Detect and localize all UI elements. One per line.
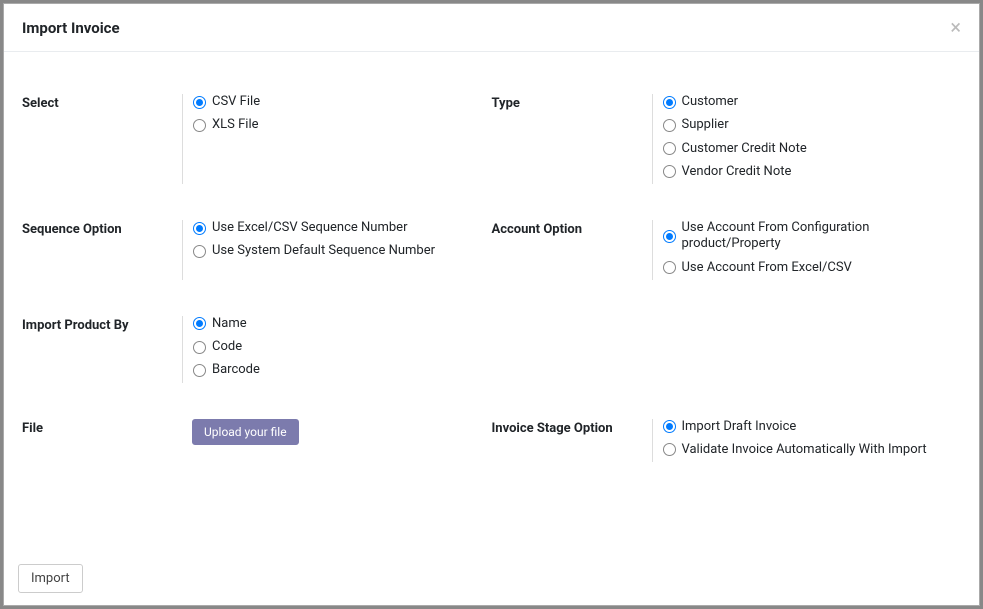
radio-icon xyxy=(663,142,676,155)
productby-label: Import Product By xyxy=(22,316,182,383)
radio-account-config[interactable]: Use Account From Configuration product/P… xyxy=(663,220,962,253)
sequence-label: Sequence Option xyxy=(22,220,182,280)
radio-validate-label: Validate Invoice Automatically With Impo… xyxy=(682,442,927,458)
radio-icon xyxy=(663,119,676,132)
radio-by-code[interactable]: Code xyxy=(193,339,492,355)
modal-title: Import Invoice xyxy=(22,19,120,37)
modal-footer: Import xyxy=(4,554,979,605)
type-label: Type xyxy=(492,94,652,184)
radio-csv-file[interactable]: CSV File xyxy=(193,94,492,110)
import-invoice-modal: Import Invoice × Select CSV File XLS Fil… xyxy=(3,3,980,606)
radio-by-code-label: Code xyxy=(212,339,242,355)
radio-icon xyxy=(193,341,206,354)
radio-icon xyxy=(663,230,676,243)
file-label: File xyxy=(22,419,182,463)
radio-icon xyxy=(663,420,676,433)
close-icon[interactable]: × xyxy=(950,17,961,37)
radio-excel-sequence[interactable]: Use Excel/CSV Sequence Number xyxy=(193,220,492,236)
radio-system-seq-label: Use System Default Sequence Number xyxy=(212,243,435,259)
row-file-stage: File Upload your file Invoice Stage Opti… xyxy=(22,419,961,463)
radio-ccn-label: Customer Credit Note xyxy=(682,141,807,157)
radio-supplier-label: Supplier xyxy=(682,117,729,133)
radio-icon xyxy=(663,165,676,178)
account-label: Account Option xyxy=(492,220,652,280)
sequence-options: Use Excel/CSV Sequence Number Use System… xyxy=(182,220,492,280)
file-cell: Upload your file xyxy=(182,419,492,463)
radio-customer[interactable]: Customer xyxy=(663,94,962,110)
radio-icon xyxy=(193,119,206,132)
radio-system-sequence[interactable]: Use System Default Sequence Number xyxy=(193,243,492,259)
radio-customer-label: Customer xyxy=(682,94,739,110)
account-options: Use Account From Configuration product/P… xyxy=(652,220,962,280)
radio-csv-label: CSV File xyxy=(212,94,260,110)
radio-icon xyxy=(193,364,206,377)
radio-icon xyxy=(193,96,206,109)
radio-by-barcode[interactable]: Barcode xyxy=(193,362,492,378)
radio-vendor-credit-note[interactable]: Vendor Credit Note xyxy=(663,164,962,180)
radio-validate-invoice[interactable]: Validate Invoice Automatically With Impo… xyxy=(663,442,962,458)
radio-account-excel-label: Use Account From Excel/CSV xyxy=(682,260,852,276)
select-label: Select xyxy=(22,94,182,184)
radio-account-excel[interactable]: Use Account From Excel/CSV xyxy=(663,260,962,276)
radio-icon xyxy=(663,443,676,456)
modal-body: Select CSV File XLS File Type xyxy=(4,52,979,554)
modal-header: Import Invoice × xyxy=(4,4,979,52)
stage-options: Import Draft Invoice Validate Invoice Au… xyxy=(652,419,962,463)
radio-draft-invoice[interactable]: Import Draft Invoice xyxy=(663,419,962,435)
radio-icon xyxy=(663,96,676,109)
radio-icon xyxy=(193,245,206,258)
radio-xls-file[interactable]: XLS File xyxy=(193,117,492,133)
radio-customer-credit-note[interactable]: Customer Credit Note xyxy=(663,141,962,157)
productby-options: Name Code Barcode xyxy=(182,316,492,383)
radio-icon xyxy=(193,317,206,330)
radio-icon xyxy=(663,261,676,274)
upload-file-button[interactable]: Upload your file xyxy=(192,419,299,446)
radio-by-name[interactable]: Name xyxy=(193,316,492,332)
import-button[interactable]: Import xyxy=(18,564,83,593)
radio-excel-seq-label: Use Excel/CSV Sequence Number xyxy=(212,220,407,236)
radio-by-barcode-label: Barcode xyxy=(212,362,260,378)
row-product-by: Import Product By Name Code Barcode xyxy=(22,316,961,383)
stage-label: Invoice Stage Option xyxy=(492,419,652,463)
radio-vcn-label: Vendor Credit Note xyxy=(682,164,792,180)
radio-supplier[interactable]: Supplier xyxy=(663,117,962,133)
radio-draft-label: Import Draft Invoice xyxy=(682,419,797,435)
radio-xls-label: XLS File xyxy=(212,117,259,133)
row-select-type: Select CSV File XLS File Type xyxy=(22,94,961,184)
radio-by-name-label: Name xyxy=(212,316,247,332)
radio-icon xyxy=(193,222,206,235)
select-options: CSV File XLS File xyxy=(182,94,492,184)
radio-account-config-label: Use Account From Configuration product/P… xyxy=(682,220,962,253)
row-sequence-account: Sequence Option Use Excel/CSV Sequence N… xyxy=(22,220,961,280)
type-options: Customer Supplier Customer Credit Note V… xyxy=(652,94,962,184)
